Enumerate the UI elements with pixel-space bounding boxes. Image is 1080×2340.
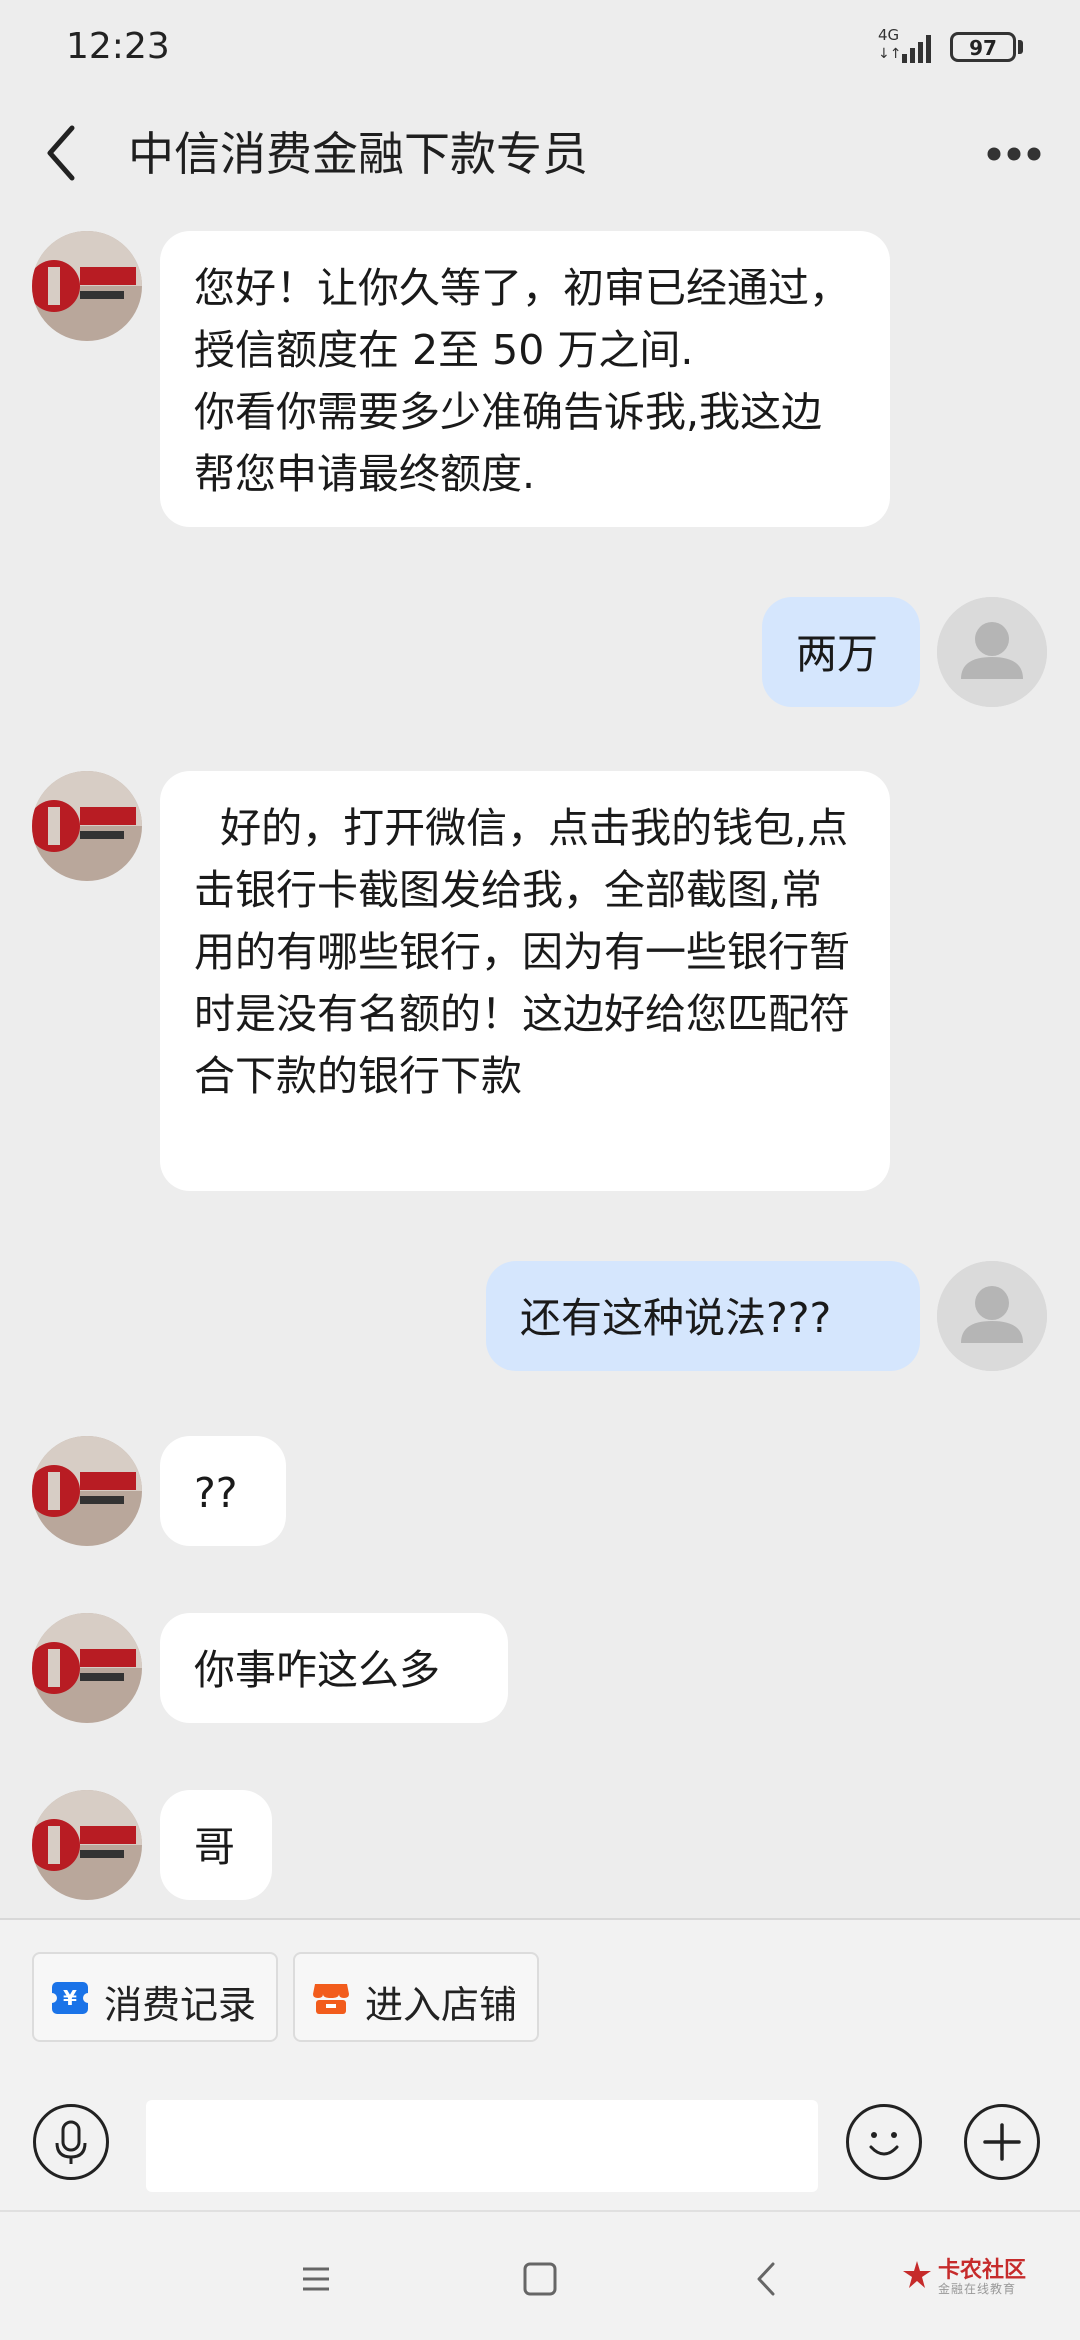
agent-avatar[interactable]	[32, 1613, 142, 1723]
message-input[interactable]	[146, 2100, 818, 2192]
agent-avatar[interactable]	[32, 1790, 142, 1900]
chat-title: 中信消费金融下款专员	[128, 127, 588, 181]
message-bubble-received[interactable]: ??	[160, 1436, 286, 1546]
person-icon	[937, 597, 1047, 707]
battery-tip	[1018, 40, 1023, 54]
enter-store-label: 进入店铺	[365, 1983, 518, 2027]
message-bubble-sent[interactable]: 还有这种说法???	[486, 1261, 920, 1371]
user-avatar[interactable]	[937, 1261, 1047, 1371]
citic-logo-icon	[32, 231, 142, 341]
message-bubble-received[interactable]: 好的，打开微信，点击我的钱包,点击银行卡截图发给我，全部截图,常用的有哪些银行，…	[160, 771, 890, 1191]
enter-store-button[interactable]: 进入店铺	[293, 1952, 539, 2042]
input-bar	[0, 2070, 1080, 2210]
citic-logo-icon	[32, 1613, 142, 1723]
emoji-button[interactable]	[846, 2104, 922, 2180]
more-dots-icon[interactable]	[986, 136, 1042, 172]
more-actions-button[interactable]	[964, 2104, 1040, 2180]
agent-avatar[interactable]	[32, 1436, 142, 1546]
receipt-yen-icon: ¥	[50, 1982, 90, 2014]
message-bubble-received[interactable]: 哥	[160, 1790, 272, 1900]
battery-icon: 97	[950, 32, 1016, 62]
person-icon	[937, 1261, 1047, 1371]
message-bubble-sent[interactable]: 两万	[762, 597, 920, 707]
network-type-label: 4G	[878, 26, 900, 44]
citic-logo-icon	[32, 1790, 142, 1900]
consumption-record-label: 消费记录	[104, 1983, 257, 2027]
microphone-icon	[55, 2120, 87, 2164]
data-arrows-icon: ↓↑	[878, 46, 902, 62]
network-indicator: 4G ↓↑	[876, 26, 938, 66]
consumption-record-button[interactable]: ¥ 消费记录	[32, 1952, 278, 2042]
status-bar: 12:23 4G ↓↑ 97	[0, 0, 1080, 96]
watermark-logo-icon	[903, 2261, 931, 2288]
home-icon[interactable]	[513, 2252, 567, 2306]
message-bubble-received[interactable]: 您好！让你久等了，初审已经通过，授信额度在 2至 50 万之间. 你看你需要多少…	[160, 231, 890, 527]
system-navigation-bar: 卡农社区 金融在线教育	[0, 2210, 1080, 2340]
quick-action-bar: ¥ 消费记录 进入店铺	[0, 1920, 1080, 2070]
back-nav-icon[interactable]	[740, 2252, 794, 2306]
store-icon	[313, 1984, 349, 2014]
citic-logo-icon	[32, 771, 142, 881]
svg-text:¥: ¥	[63, 1986, 77, 2010]
user-avatar[interactable]	[937, 597, 1047, 707]
plus-icon	[983, 2123, 1021, 2161]
smiley-icon	[869, 2132, 899, 2156]
chevron-left-icon[interactable]	[40, 120, 88, 186]
voice-button[interactable]	[33, 2104, 109, 2180]
agent-avatar[interactable]	[32, 231, 142, 341]
citic-logo-icon	[32, 1436, 142, 1546]
watermark: 卡农社区 金融在线教育	[900, 2252, 1070, 2302]
battery-percent: 97	[969, 36, 997, 60]
message-bubble-received[interactable]: 你事咋这么多	[160, 1613, 508, 1723]
watermark-subtitle: 金融在线教育	[938, 2282, 1017, 2296]
status-time: 12:23	[66, 26, 170, 67]
agent-avatar[interactable]	[32, 771, 142, 881]
chat-messages[interactable]: 您好！让你久等了，初审已经通过，授信额度在 2至 50 万之间. 你看你需要多少…	[0, 214, 1080, 1918]
signal-icon	[902, 35, 931, 63]
menu-icon[interactable]	[289, 2252, 343, 2306]
chat-header: 中信消费金融下款专员	[0, 96, 1080, 214]
